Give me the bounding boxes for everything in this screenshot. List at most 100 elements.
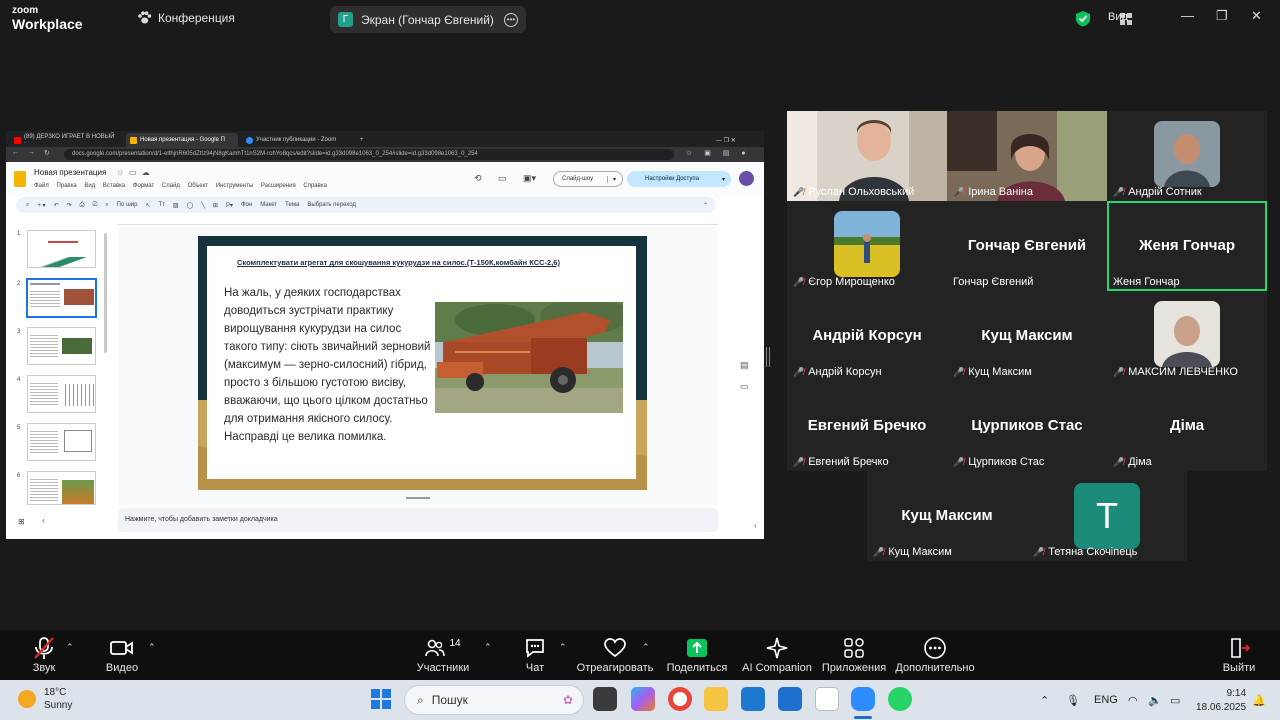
keep-notes-icon[interactable]: ▤ <box>740 360 749 371</box>
apps-button[interactable]: Приложения <box>820 630 888 680</box>
meeting-info[interactable]: Конференция <box>137 11 235 25</box>
react-button[interactable]: Отреагировать <box>577 630 653 680</box>
participant-tile[interactable]: Гончар Євгений Гончар Євгений <box>947 201 1107 291</box>
slide-thumbnail-6[interactable] <box>27 471 96 505</box>
undo-icon[interactable]: ↶ <box>54 202 59 209</box>
share-access-button[interactable]: Настройки Доступа ▾ <box>627 171 731 187</box>
weather-widget[interactable]: 18°C Sunny <box>18 686 72 712</box>
participant-tile[interactable]: Цурпиков Стас 🎤̸ Цурпиков Стас <box>947 381 1107 471</box>
notes-resize-handle[interactable] <box>406 497 430 499</box>
menu-view[interactable]: Вид <box>84 183 95 189</box>
task-view-icon[interactable] <box>593 687 617 711</box>
participant-tile[interactable]: 🎤̸ Андрій Сотник <box>1107 111 1267 201</box>
participant-tile[interactable]: 🎤̸ Руслан Ольховський <box>787 111 947 201</box>
search-menus-icon[interactable]: ⌕ <box>26 202 29 209</box>
move-folder-icon[interactable]: ▭ <box>129 168 137 177</box>
comment-icon[interactable]: ▭ <box>498 173 507 184</box>
maximize-icon[interactable]: ❐ <box>1216 8 1228 24</box>
menu-edit[interactable]: Правка <box>56 183 76 189</box>
chrome-icon[interactable] <box>668 687 692 711</box>
system-clock[interactable]: 9:14 18.06.2025 <box>1196 687 1246 715</box>
new-tab-icon[interactable]: + <box>356 133 368 147</box>
file-explorer-icon[interactable] <box>704 687 728 711</box>
ai-companion-button[interactable]: AI Companion <box>742 630 812 680</box>
participant-tile[interactable]: Евгений Бречко 🎤̸ Евгений Бречко <box>787 381 947 471</box>
speaker-notes[interactable]: Нажмите, чтобы добавить заметки докладчи… <box>118 508 718 532</box>
zoom-icon[interactable]: ⌕ <box>105 202 108 209</box>
tray-overflow-icon[interactable]: ⌃ <box>1040 680 1049 720</box>
doc-title[interactable]: Новая презентация <box>34 168 106 177</box>
current-slide[interactable]: Скомплектувати агрегат для скошування ку… <box>198 236 647 490</box>
history-icon[interactable]: ⟲ <box>474 173 482 184</box>
copilot-icon[interactable] <box>631 687 655 711</box>
slide-thumbnail-1[interactable] <box>27 230 96 268</box>
layout-button[interactable]: Макет <box>260 202 277 208</box>
menu-object[interactable]: Объект <box>188 183 208 189</box>
participant-tile[interactable]: Кущ Максим 🎤̸ Кущ Максим <box>947 291 1107 381</box>
background-button[interactable]: Фон <box>241 202 252 208</box>
slide-thumbnail-3[interactable] <box>27 327 96 365</box>
participant-tile[interactable]: 🎤̸ Ірина Ваніна <box>947 111 1107 201</box>
image-icon[interactable]: ▨ <box>173 202 179 209</box>
browser-tab-youtube[interactable]: (89) ДЕРЗКО ИГРАЕТ В НОВЫЙ · <box>10 133 122 147</box>
shield-check-icon[interactable] <box>1075 10 1091 27</box>
taskbar-search[interactable]: ⌕ Пошук ✿ <box>404 685 584 715</box>
slide-thumbnail-5[interactable] <box>27 423 96 461</box>
participant-tile[interactable]: Андрій Корсун 🎤̸ Андрій Корсун <box>787 291 947 381</box>
combine-harvester-photo[interactable] <box>435 302 623 413</box>
panel-splitter-handle[interactable] <box>766 347 770 367</box>
audio-options-caret-icon[interactable]: ⌃ <box>66 642 74 653</box>
active-speaker-tile[interactable]: Женя Гончар Женя Гончар <box>1107 201 1267 291</box>
text-box-icon[interactable]: Tт <box>158 202 164 208</box>
account-avatar[interactable] <box>739 171 754 186</box>
participant-tile[interactable]: T 🎤̸ Тетяна Скочіпець <box>1027 471 1187 561</box>
star-icon[interactable]: ☆ <box>117 168 124 177</box>
slide-body-text[interactable]: На жаль, у деяких господарствах доводить… <box>224 284 434 446</box>
line-icon[interactable]: ╲ <box>201 202 205 209</box>
chat-button[interactable]: Чат <box>520 630 550 680</box>
side-panel-toggle-icon[interactable]: ‹ <box>754 521 757 530</box>
react-options-caret-icon[interactable]: ⌃ <box>642 642 650 653</box>
menu-extensions[interactable]: Расширения <box>261 183 296 189</box>
browser-tab-slides[interactable]: Новая презентация - Google П <box>126 133 238 147</box>
battery-icon[interactable]: ▭ <box>1170 680 1180 720</box>
fill-color-icon[interactable]: P▾ <box>226 202 233 209</box>
url-field[interactable]: docs.google.com/presentation/d/1-elthjnR… <box>64 149 674 160</box>
chat-options-caret-icon[interactable]: ⌃ <box>559 642 567 653</box>
menu-tools[interactable]: Инструменты <box>216 183 253 189</box>
browser-extension-icons[interactable]: ☆ ▣ ▤ ● <box>686 149 751 157</box>
store-icon[interactable] <box>778 687 802 711</box>
add-icon[interactable]: + ▾ <box>37 202 45 209</box>
slide-thumbnail-2[interactable] <box>26 278 97 318</box>
notification-bell-icon[interactable]: 🔔 <box>1252 680 1266 720</box>
share-screen-button[interactable]: Поделиться <box>667 630 727 680</box>
video-button[interactable]: Видео <box>102 630 142 680</box>
zoom-app-icon[interactable] <box>851 687 875 711</box>
comment-add-icon[interactable]: ⊞ <box>213 202 218 209</box>
shape-icon[interactable]: ◯ <box>187 202 194 209</box>
print-icon[interactable]: ⎙ <box>80 202 85 209</box>
participant-tile[interactable]: Кущ Максим 🎤̸ Кущ Максим <box>867 471 1027 561</box>
participant-tile[interactable]: 🎤̸ Єгор Мирощенко <box>787 201 947 291</box>
menu-file[interactable]: Файл <box>34 183 49 189</box>
chevron-down-icon[interactable]: ▾ <box>606 175 616 183</box>
paint-format-icon[interactable]: ⎚ <box>92 202 97 209</box>
slide-title[interactable]: Скомплектувати агрегат для скошування ку… <box>237 258 617 267</box>
participants-options-caret-icon[interactable]: ⌃ <box>484 642 492 653</box>
theme-button[interactable]: Тема <box>285 202 299 208</box>
reload-icon[interactable]: ↻ <box>44 149 50 157</box>
close-icon[interactable]: ✕ <box>1251 8 1262 24</box>
video-options-caret-icon[interactable]: ⌃ <box>148 642 156 653</box>
participant-tile[interactable]: 🎤̸ МАКСИМ ЛЕВЧЕНКО <box>1107 291 1267 381</box>
audio-button[interactable]: Звук <box>26 630 62 680</box>
chevron-down-icon[interactable]: ▾ <box>722 176 725 183</box>
google-slides-logo-icon[interactable] <box>14 171 26 187</box>
menu-insert[interactable]: Вставка <box>103 183 125 189</box>
meet-icon[interactable]: ▣▾ <box>523 173 536 184</box>
transition-button[interactable]: Выбрать переход <box>307 202 356 208</box>
grid-view-icon[interactable]: ⊞ <box>18 517 25 526</box>
participant-tile[interactable]: Діма 🎤̸ Діма <box>1107 381 1267 471</box>
filmstrip-scrollbar[interactable] <box>104 233 107 353</box>
microphone-tray-icon[interactable]: 🎙 <box>1066 680 1080 720</box>
share-status-pill[interactable]: Г Экран (Гончар Євгений) ••• <box>330 6 526 33</box>
